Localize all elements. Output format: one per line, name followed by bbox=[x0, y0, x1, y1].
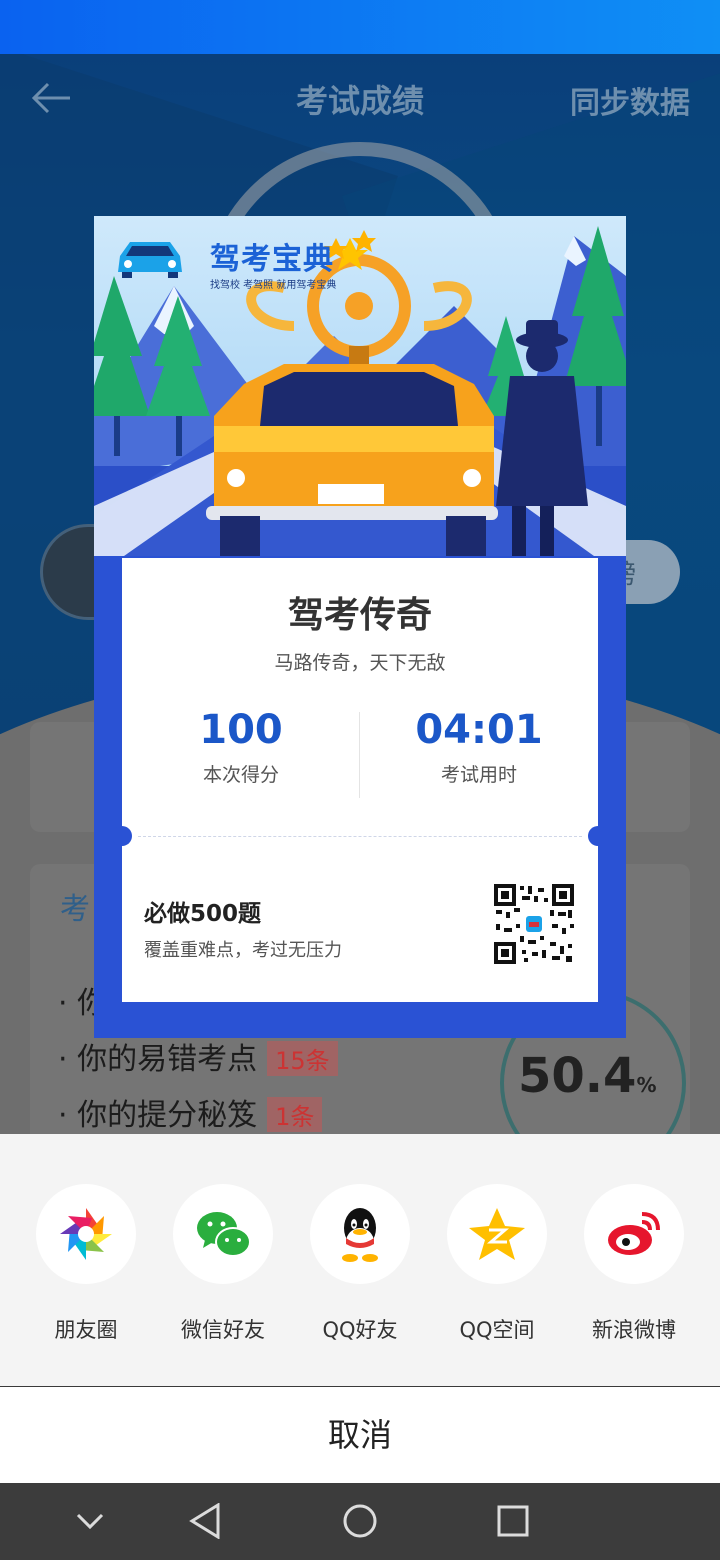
status-bar bbox=[0, 0, 720, 54]
share-wechat[interactable]: 微信好友 bbox=[173, 1184, 273, 1344]
top-nav: 考试成绩 同步数据 bbox=[0, 54, 720, 144]
app-logo: 驾考宝典 找驾校 考驾照 就用驾考宝典 bbox=[112, 230, 412, 291]
share-icon-circle bbox=[584, 1184, 684, 1284]
share-icon-circle bbox=[36, 1184, 136, 1284]
score-value: 100 bbox=[199, 707, 283, 753]
share-qzone[interactable]: QQ空间 bbox=[447, 1184, 547, 1344]
system-nav-bar bbox=[0, 1483, 720, 1560]
cancel-button[interactable]: 取消 bbox=[0, 1387, 720, 1483]
qr-code bbox=[494, 884, 574, 964]
share-icon-circle bbox=[310, 1184, 410, 1284]
share-label: 微信好友 bbox=[181, 1318, 265, 1342]
share-icon-circle bbox=[447, 1184, 547, 1284]
ticket-notch bbox=[588, 826, 608, 846]
count-badge: 15条 bbox=[267, 1041, 338, 1076]
analysis-item-label: 你的提分秘笈 bbox=[77, 1098, 258, 1133]
share-label: 朋友圈 bbox=[54, 1318, 118, 1342]
car-logo-icon bbox=[118, 242, 182, 278]
promo-title: 必做500题 bbox=[144, 901, 262, 927]
score-label: 本次得分 bbox=[202, 764, 279, 786]
score-card: 驾考传奇 马路传奇，天下无敌 100 本次得分 04:01 考试用时 必做500… bbox=[112, 558, 608, 1002]
weibo-icon bbox=[608, 1212, 660, 1255]
sync-data-button[interactable]: 同步数据 bbox=[570, 78, 690, 122]
share-moments[interactable]: 朋友圈 bbox=[36, 1184, 136, 1344]
count-badge: 1条 bbox=[267, 1097, 323, 1132]
time-stat: 04:01 考试用时 bbox=[360, 706, 598, 787]
recents-square-icon[interactable] bbox=[496, 1503, 530, 1539]
analysis-item[interactable]: · 你的易错考点 15条 bbox=[58, 1034, 338, 1078]
qzone-icon bbox=[469, 1208, 525, 1260]
chevron-down-icon[interactable] bbox=[74, 1503, 106, 1539]
share-label: QQ空间 bbox=[459, 1318, 535, 1342]
share-label: QQ好友 bbox=[322, 1318, 398, 1342]
share-qq[interactable]: QQ好友 bbox=[310, 1184, 410, 1344]
wechat-icon bbox=[197, 1212, 251, 1257]
qq-icon bbox=[342, 1208, 378, 1262]
share-weibo[interactable]: 新浪微博 bbox=[584, 1184, 684, 1344]
achievement-title: 驾考传奇 bbox=[287, 595, 432, 636]
accuracy-value: 50.4% bbox=[518, 1048, 657, 1104]
share-label: 新浪微博 bbox=[592, 1318, 676, 1342]
home-circle-icon[interactable] bbox=[342, 1503, 378, 1539]
share-sheet: 朋友圈 微信好友 QQ好友 QQ空间 新浪微博 bbox=[0, 1134, 720, 1386]
time-label: 考试用时 bbox=[440, 764, 517, 786]
moments-icon bbox=[60, 1208, 112, 1260]
ticket-divider bbox=[138, 836, 582, 837]
score-stat: 100 本次得分 bbox=[122, 706, 360, 787]
logo-subtitle: 找驾校 考驾照 就用驾考宝典 bbox=[210, 280, 337, 291]
time-value: 04:01 bbox=[415, 707, 543, 753]
achievement-subtitle: 马路传奇，天下无敌 bbox=[274, 652, 446, 674]
share-poster: 驾考宝典 找驾校 考驾照 就用驾考宝典 驾考传奇 马路传奇，天下无敌 100 本… bbox=[94, 216, 626, 1038]
share-icon-circle bbox=[173, 1184, 273, 1284]
analysis-item[interactable]: · 你的提分秘笈 1条 bbox=[58, 1090, 323, 1134]
logo-title: 驾考宝典 bbox=[210, 242, 334, 277]
ticket-notch bbox=[112, 826, 132, 846]
analysis-item-label: 你的易错考点 bbox=[77, 1042, 258, 1077]
promo-subtitle: 覆盖重难点，考过无压力 bbox=[144, 940, 342, 961]
back-triangle-icon[interactable] bbox=[188, 1503, 224, 1539]
analysis-title: 考 bbox=[60, 892, 90, 927]
